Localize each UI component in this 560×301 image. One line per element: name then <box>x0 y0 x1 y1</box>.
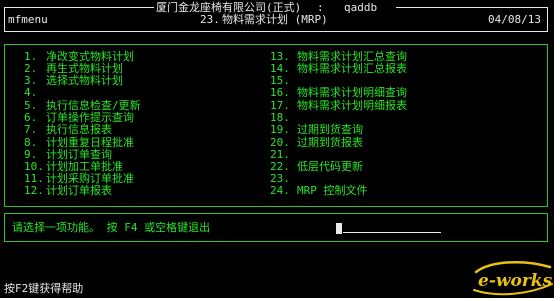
menu-item-label: MRP 控制文件 <box>297 184 368 197</box>
menu-item-label: 物料需求计划明细查询 <box>297 86 407 99</box>
header-user: qaddb <box>344 1 378 14</box>
header-menu-title: 物料需求计划 (MRP) <box>222 13 328 26</box>
menu-item-label: 过期到货查询 <box>297 123 363 136</box>
e-works-logo-graphic: e-works <box>473 261 553 296</box>
e-works-watermark-logo: e-works <box>468 258 558 298</box>
e-works-logo-text: e-works <box>478 271 553 291</box>
menu-item-label: 低层代码更新 <box>297 160 363 173</box>
header-border-right <box>396 7 548 8</box>
menu-item-label: 选择式物料计划 <box>46 74 123 87</box>
header-border-bottom <box>4 31 548 32</box>
header-date: 04/08/13 <box>488 13 541 26</box>
menu-item-number: 7. <box>24 123 38 136</box>
menu-item-label: 过期到货报表 <box>297 136 363 149</box>
header-menu-code: 23. <box>200 13 220 26</box>
text-cursor <box>336 223 342 234</box>
header-border-left-side <box>4 7 5 31</box>
prompt-label: 请选择一项功能。 按 F4 或空格键退出 <box>12 221 211 234</box>
menu-item-label: 物料需求计划明细报表 <box>297 99 407 112</box>
menu-item-label: 物料需求计划汇总报表 <box>297 62 407 75</box>
selection-input-underline <box>343 232 441 233</box>
help-hint: 按F2键获得帮助 <box>4 282 84 295</box>
menu-item-number: 4. <box>24 86 38 99</box>
header-program: mfmenu <box>8 13 48 26</box>
menu-item-label: 计划订单报表 <box>46 184 112 197</box>
header-border-left <box>4 7 154 8</box>
terminal-screen: 厦门金龙座椅有限公司(正式) : qaddb mfmenu 23. 物料需求计划… <box>0 0 554 298</box>
header-border-right-side <box>547 7 548 31</box>
menu-item-number: 12. <box>24 184 44 197</box>
menu-item-number: 19. <box>270 123 290 136</box>
menu-item-number: 16. <box>270 86 290 99</box>
menu-item-number: 24. <box>270 184 290 197</box>
menu-item-label: 执行信息报表 <box>46 123 112 136</box>
